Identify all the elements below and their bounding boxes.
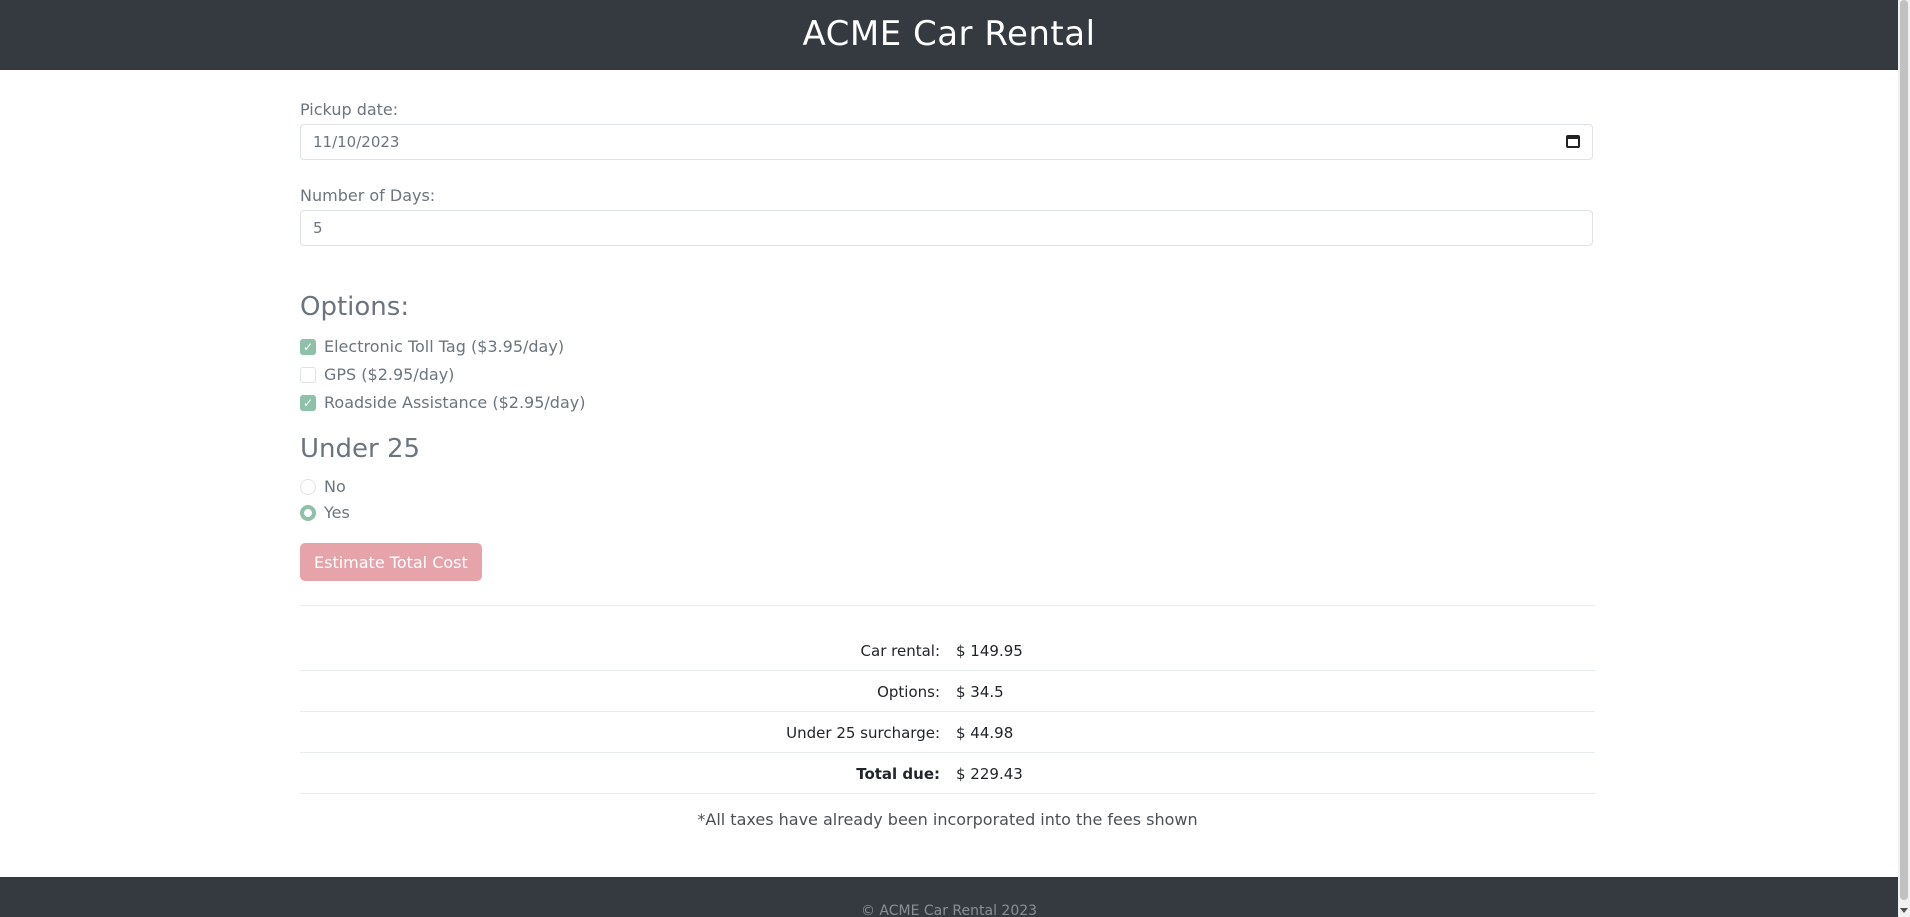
under25-yes[interactable]: Yes bbox=[300, 503, 350, 522]
option-gps[interactable]: GPS ($2.95/day) bbox=[300, 365, 454, 384]
divider bbox=[300, 605, 1595, 606]
site-footer: © ACME Car Rental 2023 bbox=[0, 877, 1898, 917]
cost-label: Under 25 surcharge: bbox=[786, 724, 940, 742]
site-title: ACME Car Rental bbox=[802, 14, 1096, 54]
radio-label: No bbox=[324, 477, 346, 496]
checkbox-checked-icon[interactable]: ✓ bbox=[300, 394, 316, 411]
options-heading: Options: bbox=[300, 292, 410, 322]
cost-label: Options: bbox=[877, 683, 940, 701]
scrollbar-thumb[interactable] bbox=[1900, 0, 1908, 900]
pickup-date-value: 11/10/2023 bbox=[313, 133, 400, 151]
scroll-down-arrow-icon[interactable] bbox=[1900, 908, 1908, 913]
calendar-icon[interactable] bbox=[1566, 135, 1580, 148]
pickup-date-label: Pickup date: bbox=[300, 100, 399, 119]
radio-unselected-icon[interactable] bbox=[300, 478, 316, 495]
under25-no[interactable]: No bbox=[300, 477, 346, 496]
option-roadside[interactable]: ✓ Roadside Assistance ($2.95/day) bbox=[300, 393, 585, 412]
total-value: $ 229.43 bbox=[956, 765, 1023, 783]
checkbox-unchecked-icon[interactable] bbox=[300, 366, 316, 383]
cost-row-under25: Under 25 surcharge: $ 44.98 bbox=[300, 712, 1595, 753]
radio-selected-icon[interactable] bbox=[300, 504, 316, 521]
days-label: Number of Days: bbox=[300, 186, 436, 205]
cost-row-total: Total due: $ 229.43 bbox=[300, 753, 1595, 794]
under25-heading: Under 25 bbox=[300, 434, 421, 464]
cost-row-options: Options: $ 34.5 bbox=[300, 671, 1595, 712]
option-label: Electronic Toll Tag ($3.95/day) bbox=[324, 337, 565, 356]
tax-note: *All taxes have already been incorporate… bbox=[697, 810, 1198, 829]
days-input[interactable]: 5 bbox=[300, 210, 1593, 246]
pickup-date-input[interactable]: 11/10/2023 bbox=[300, 124, 1593, 160]
cost-label: Car rental: bbox=[860, 642, 940, 660]
estimate-button[interactable]: Estimate Total Cost bbox=[300, 543, 482, 581]
option-label: GPS ($2.95/day) bbox=[324, 365, 455, 384]
page: ACME Car Rental Pickup date: 11/10/2023 … bbox=[0, 0, 1898, 917]
radio-label: Yes bbox=[324, 503, 350, 522]
checkbox-checked-icon[interactable]: ✓ bbox=[300, 338, 316, 355]
vertical-scrollbar[interactable] bbox=[1898, 0, 1910, 917]
days-value: 5 bbox=[313, 219, 323, 237]
option-label: Roadside Assistance ($2.95/day) bbox=[324, 393, 586, 412]
total-label: Total due: bbox=[856, 765, 940, 783]
cost-value: $ 149.95 bbox=[956, 642, 1023, 660]
footer-copyright: © ACME Car Rental 2023 bbox=[860, 903, 1038, 917]
cost-value: $ 44.98 bbox=[956, 724, 1014, 742]
site-header: ACME Car Rental bbox=[0, 0, 1898, 70]
option-toll-tag[interactable]: ✓ Electronic Toll Tag ($3.95/day) bbox=[300, 337, 564, 356]
cost-row-car-rental: Car rental: $ 149.95 bbox=[300, 630, 1595, 671]
cost-value: $ 34.5 bbox=[956, 683, 1004, 701]
